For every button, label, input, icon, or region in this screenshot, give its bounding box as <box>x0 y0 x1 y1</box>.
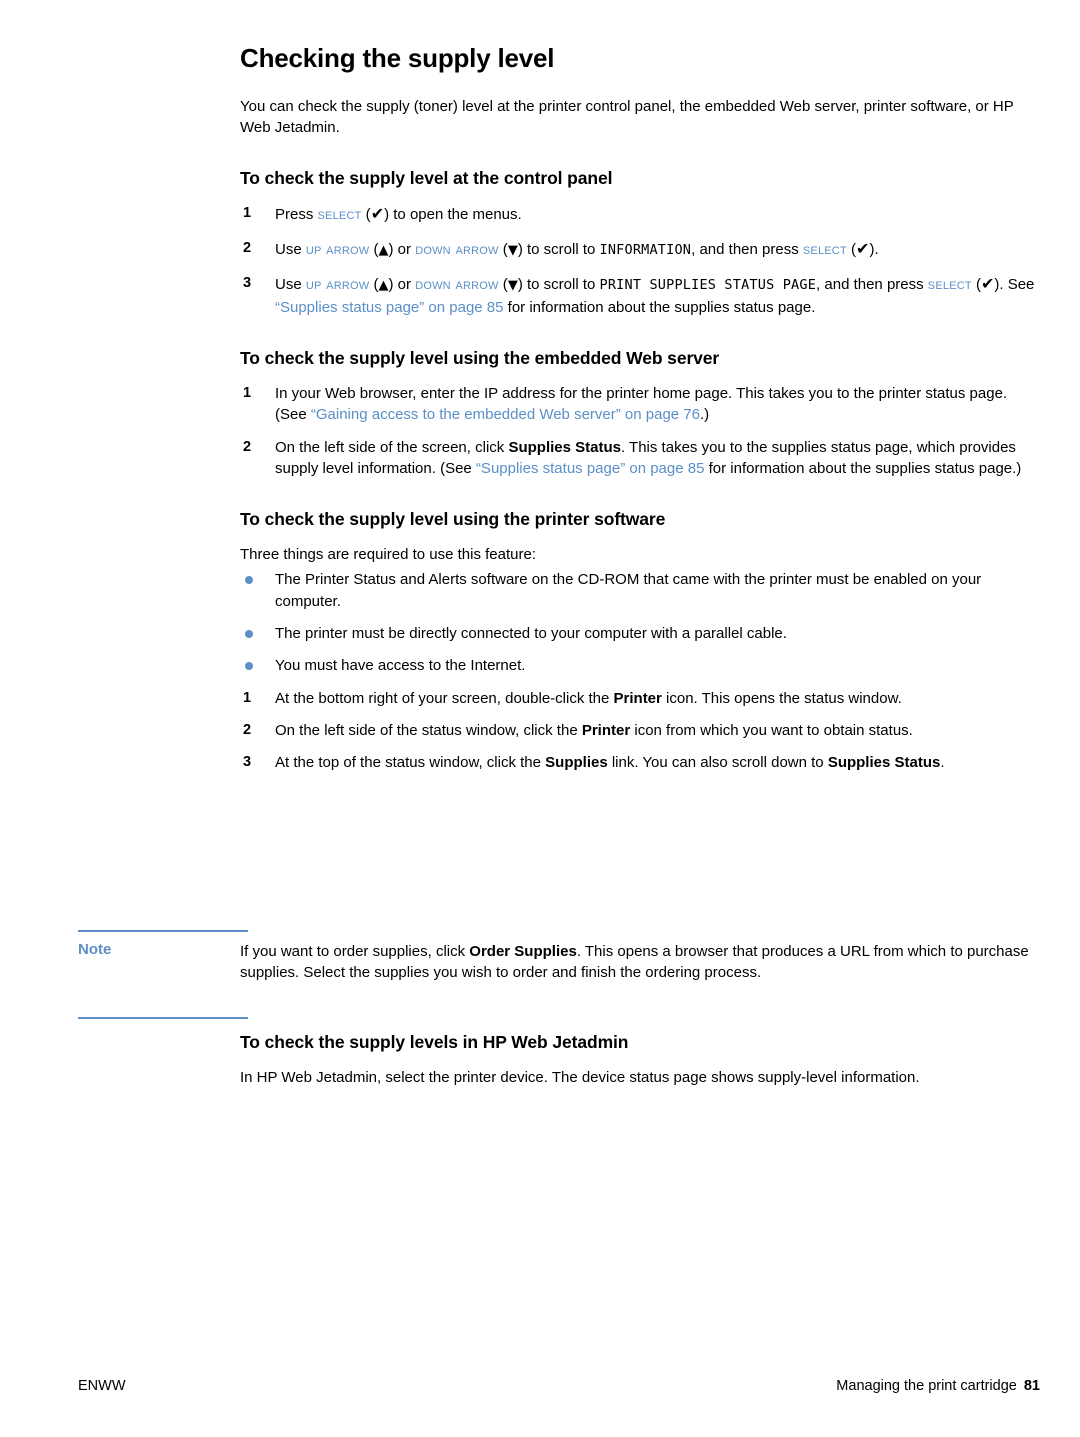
key-label-select: Select <box>317 206 362 224</box>
step-number: 3 <box>243 274 252 291</box>
ui-label-printer: Printer <box>613 689 662 707</box>
check-icon: ✔ <box>980 273 995 293</box>
step-text-mid3: , and then press <box>691 241 803 259</box>
step-text-post: to open the menus. <box>389 206 522 224</box>
bullet-icon <box>245 576 253 585</box>
list-item: 3 Use Up arrow (▲) or Down arrow (▼) to … <box>243 273 1035 316</box>
note-body: If you want to order supplies, click Ord… <box>240 941 1040 984</box>
intro-paragraph: You can check the supply (toner) level a… <box>240 97 1014 137</box>
list-item: 2 On the left side of the screen, click … <box>240 437 1040 480</box>
ui-label-printer: Printer <box>581 721 631 739</box>
list-item-label: You must have access to the Internet. <box>275 657 526 675</box>
key-label-down-arrow: Down arrow <box>415 241 499 259</box>
key-label-select: Select <box>802 241 847 259</box>
key-label-down-arrow: Down arrow <box>415 275 499 293</box>
main-content: Checking the supply level You can check … <box>240 43 1040 785</box>
section-web-jetadmin: To check the supply levels in HP Web Jet… <box>240 1032 1040 1092</box>
up-arrow-icon: ▲ <box>378 277 389 293</box>
step-number: 1 <box>243 689 252 706</box>
key-label-up-arrow: Up arrow <box>305 275 370 293</box>
key-label-up-arrow: Up arrow <box>305 241 370 259</box>
steps-control-panel: 1 Press Select (✔) to open the menus. 2 … <box>240 203 1040 317</box>
step-text-pre: Use <box>275 275 306 293</box>
cross-reference-link[interactable]: “Supplies status page” on page 85 <box>476 460 705 477</box>
steps-printer-software: 1 At the bottom right of your screen, do… <box>240 688 1040 774</box>
ui-label-supplies-status: Supplies Status <box>827 754 941 772</box>
printer-software-lead: Three things are required to use this fe… <box>240 546 537 564</box>
ui-label-supplies: Supplies <box>545 754 608 772</box>
list-item: 3 At the top of the status window, click… <box>240 752 1040 773</box>
step-text-post: icon from which you want to obtain statu… <box>630 721 913 739</box>
step-text-pre: On the left side of the status window, c… <box>275 721 582 739</box>
check-icon: ✔ <box>856 239 870 259</box>
list-item: 1 At the bottom right of your screen, do… <box>240 688 1040 709</box>
step-text-mid1: or <box>393 275 416 293</box>
down-arrow-icon: ▼ <box>507 243 518 259</box>
section-heading-embedded-web-server: To check the supply level using the embe… <box>240 347 720 368</box>
step-text-pre: At the bottom right of your screen, doub… <box>275 689 614 707</box>
footer-chapter: Managing the print cartridge 81 <box>836 1378 1040 1394</box>
step-text-pre: Press <box>275 206 318 224</box>
document-page: Checking the supply level You can check … <box>0 0 1080 1437</box>
page-footer: ENWW Managing the print cartridge 81 <box>78 1378 1040 1394</box>
cross-reference-link[interactable]: “Gaining access to the embedded Web serv… <box>311 406 700 423</box>
step-text-post: . <box>874 241 879 259</box>
note-label: Note <box>78 941 112 958</box>
step-text-mid2: to scroll to <box>522 241 600 259</box>
step-text-post: for information about the supplies statu… <box>503 298 816 316</box>
step-number: 2 <box>243 721 252 738</box>
list-item: The printer must be directly connected t… <box>240 623 1040 644</box>
step-text-pre: On the left side of the screen, click <box>275 438 509 456</box>
list-item: 2 On the left side of the status window,… <box>240 720 1040 741</box>
lcd-menu-text: INFORMATION <box>599 242 692 259</box>
down-arrow-icon: ▼ <box>507 277 518 293</box>
footer-page-number: 81 <box>1023 1378 1040 1394</box>
step-text-mid1: link. You can also scroll down to <box>607 754 828 772</box>
list-item: 1 In your Web browser, enter the IP addr… <box>240 383 1040 426</box>
steps-embedded-web-server: 1 In your Web browser, enter the IP addr… <box>240 383 1040 479</box>
footer-chapter-label: Managing the print cartridge <box>836 1378 1017 1394</box>
step-text-post: for information about the supplies statu… <box>704 459 1022 477</box>
ui-label-supplies-status: Supplies Status <box>508 438 621 456</box>
note-block: Note If you want to order supplies, clic… <box>78 930 1040 1019</box>
list-item: 1 Press Select (✔) to open the menus. <box>243 204 522 224</box>
step-text-post: icon. This opens the status window. <box>661 689 902 707</box>
lcd-menu-text: PRINT SUPPLIES STATUS PAGE <box>599 276 817 293</box>
bullet-icon <box>245 630 253 639</box>
cross-reference-link[interactable]: “Supplies status page” on page 85 <box>275 299 504 316</box>
step-number: 2 <box>243 438 252 455</box>
step-text-mid2: to scroll to <box>522 275 600 293</box>
web-jetadmin-body: In HP Web Jetadmin, select the printer d… <box>240 1069 920 1086</box>
bullet-icon <box>245 662 253 671</box>
list-item-label: The printer must be directly connected t… <box>275 625 787 643</box>
list-item-label: The Printer Status and Alerts software o… <box>275 571 982 610</box>
note-rule-bottom <box>78 1017 248 1019</box>
key-label-select: Select <box>927 275 972 293</box>
step-text-mid1: or <box>393 241 416 259</box>
step-text-post: .) <box>699 406 710 424</box>
step-text-mid3: , and then press <box>816 275 928 293</box>
footer-locale: ENWW <box>78 1378 126 1394</box>
step-number: 3 <box>243 754 252 771</box>
section-heading-control-panel: To check the supply level at the control… <box>240 168 613 189</box>
list-item: You must have access to the Internet. <box>240 655 1040 676</box>
section-heading-web-jetadmin: To check the supply levels in HP Web Jet… <box>240 1032 629 1052</box>
list-item: The Printer Status and Alerts software o… <box>240 569 1040 612</box>
step-text-pre: At the top of the status window, click t… <box>275 754 546 772</box>
note-text-pre: If you want to order supplies, click <box>240 943 470 960</box>
step-number: 1 <box>243 384 252 401</box>
step-text-pre: Use <box>275 241 306 259</box>
note-inner: Note If you want to order supplies, clic… <box>78 932 1040 1017</box>
step-number: 2 <box>243 240 252 257</box>
step-text-post: . <box>940 754 945 772</box>
section-heading-printer-software: To check the supply level using the prin… <box>240 509 666 530</box>
check-icon: ✔ <box>370 204 385 224</box>
page-title: Checking the supply level <box>240 43 555 73</box>
list-item: 2 Use Up arrow (▲) or Down arrow (▼) to … <box>243 239 879 259</box>
requirements-list: The Printer Status and Alerts software o… <box>240 569 1040 676</box>
step-text-mid4: . See <box>999 275 1035 293</box>
step-number: 1 <box>243 205 252 222</box>
up-arrow-icon: ▲ <box>378 243 389 259</box>
ui-label-order-supplies: Order Supplies <box>469 943 577 960</box>
